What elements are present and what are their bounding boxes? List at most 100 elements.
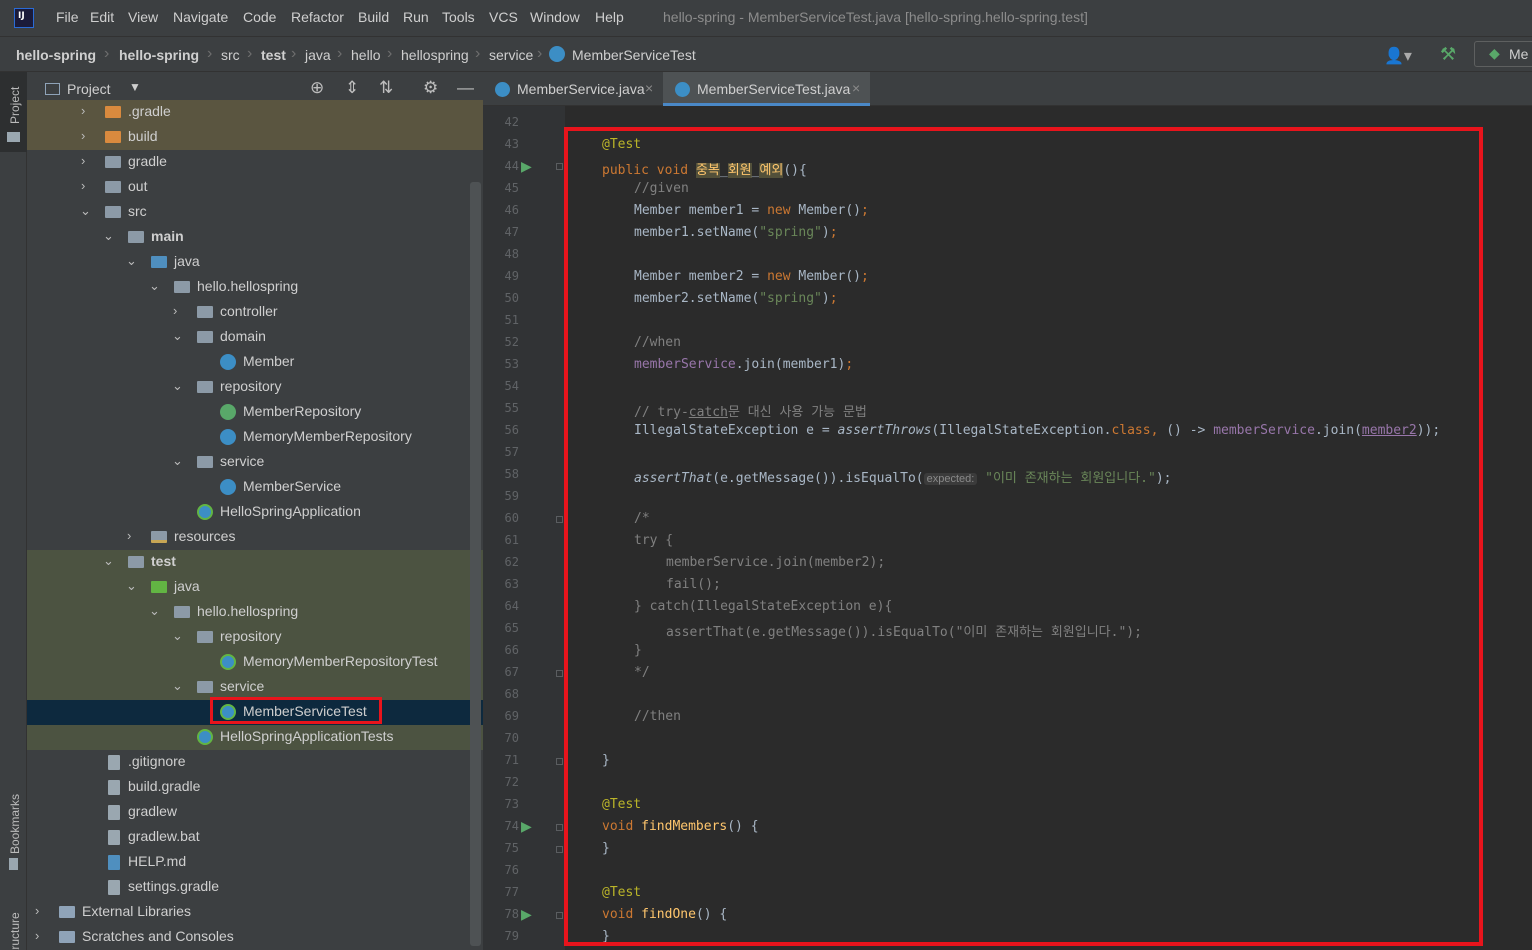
chevron-right-icon[interactable]: › bbox=[35, 928, 39, 943]
user-icon[interactable]: 👤▾ bbox=[1384, 46, 1412, 66]
tree-item-src[interactable]: ⌄ src bbox=[27, 200, 483, 225]
tab-member-service-test[interactable]: MemberServiceTest.java × bbox=[663, 72, 870, 106]
breadcrumb-item[interactable]: java bbox=[305, 47, 331, 63]
tree-item-java[interactable]: ⌄ java bbox=[27, 250, 483, 275]
tree-item-controller[interactable]: › controller bbox=[27, 300, 483, 325]
chevron-down-icon[interactable]: ⌄ bbox=[172, 378, 183, 394]
chevron-down-icon[interactable]: ⌄ bbox=[126, 578, 137, 594]
stripe-bookmarks-button[interactable]: Bookmarks bbox=[0, 782, 27, 877]
menu-help[interactable]: Help bbox=[595, 9, 624, 25]
tree-item-build-gradle[interactable]: build.gradle bbox=[27, 775, 483, 800]
menu-run[interactable]: Run bbox=[403, 9, 429, 25]
run-test-icon[interactable]: ▶ bbox=[521, 158, 532, 175]
tree-item-settings-gradle[interactable]: settings.gradle bbox=[27, 875, 483, 900]
tree-item-build[interactable]: › build bbox=[27, 125, 483, 150]
fold-icon[interactable] bbox=[556, 824, 563, 831]
fold-icon[interactable] bbox=[556, 912, 563, 919]
breadcrumb-item[interactable]: service bbox=[489, 47, 533, 63]
tree-item-repository[interactable]: ⌄ repository bbox=[27, 375, 483, 400]
hide-icon[interactable]: — bbox=[457, 78, 474, 98]
menu-view[interactable]: View bbox=[128, 9, 158, 25]
chevron-down-icon[interactable]: ⌄ bbox=[103, 228, 114, 244]
chevron-right-icon[interactable]: › bbox=[35, 903, 39, 918]
collapse-all-icon[interactable]: ⇅ bbox=[379, 78, 393, 98]
chevron-down-icon[interactable]: ⌄ bbox=[149, 278, 160, 294]
tree-item-member-repository[interactable]: MemberRepository bbox=[27, 400, 483, 425]
tree-item-out[interactable]: › out bbox=[27, 175, 483, 200]
fold-icon[interactable] bbox=[556, 516, 563, 523]
fold-icon[interactable] bbox=[556, 670, 563, 677]
locate-icon[interactable]: ⊕ bbox=[310, 78, 324, 98]
chevron-down-icon[interactable]: ⌄ bbox=[172, 678, 183, 694]
chevron-down-icon[interactable]: ▼ bbox=[129, 80, 141, 94]
tree-item-member-service[interactable]: MemberService bbox=[27, 475, 483, 500]
tree-item-package[interactable]: ⌄ hello.hellospring bbox=[27, 275, 483, 300]
menu-edit[interactable]: Edit bbox=[90, 9, 114, 25]
breadcrumb-item[interactable]: test bbox=[261, 47, 286, 63]
chevron-down-icon[interactable]: ⌄ bbox=[172, 328, 183, 344]
tree-item-resources[interactable]: › resources bbox=[27, 525, 483, 550]
fold-icon[interactable] bbox=[556, 758, 563, 765]
gear-icon[interactable]: ⚙ bbox=[423, 78, 438, 98]
tree-item-scratches[interactable]: › Scratches and Consoles bbox=[27, 925, 483, 950]
menu-code[interactable]: Code bbox=[243, 9, 276, 25]
close-icon[interactable]: × bbox=[645, 80, 653, 96]
tree-item-main[interactable]: ⌄ main bbox=[27, 225, 483, 250]
close-icon[interactable]: × bbox=[852, 80, 860, 96]
breadcrumb-item[interactable]: hello-spring bbox=[16, 47, 96, 63]
chevron-right-icon[interactable]: › bbox=[173, 303, 177, 318]
tree-item-test-java[interactable]: ⌄ java bbox=[27, 575, 483, 600]
breadcrumb-item[interactable]: MemberServiceTest bbox=[572, 47, 696, 63]
menu-navigate[interactable]: Navigate bbox=[173, 9, 228, 25]
chevron-down-icon[interactable]: ⌄ bbox=[80, 203, 91, 219]
menu-build[interactable]: Build bbox=[358, 9, 389, 25]
tree-item-gradlew[interactable]: gradlew bbox=[27, 800, 483, 825]
fold-icon[interactable] bbox=[556, 163, 563, 170]
chevron-right-icon[interactable]: › bbox=[81, 103, 85, 118]
menu-window[interactable]: Window bbox=[530, 9, 580, 25]
tree-item-test-package[interactable]: ⌄ hello.hellospring bbox=[27, 600, 483, 625]
tree-item-dot-gradle[interactable]: › .gradle bbox=[27, 100, 483, 125]
tree-item-test-repository[interactable]: ⌄ repository bbox=[27, 625, 483, 650]
run-config-selector[interactable]: ◆ Me bbox=[1474, 41, 1532, 67]
chevron-down-icon[interactable]: ⌄ bbox=[172, 453, 183, 469]
tree-item-test[interactable]: ⌄ test bbox=[27, 550, 483, 575]
chevron-down-icon[interactable]: ⌄ bbox=[126, 253, 137, 269]
tree-item-external-libraries[interactable]: › External Libraries bbox=[27, 900, 483, 925]
tree-item-gradlew-bat[interactable]: gradlew.bat bbox=[27, 825, 483, 850]
tree-item-memory-member-repository-test[interactable]: MemoryMemberRepositoryTest bbox=[27, 650, 483, 675]
tree-item-hello-spring-application[interactable]: HelloSpringApplication bbox=[27, 500, 483, 525]
breadcrumb-item[interactable]: hello bbox=[351, 47, 381, 63]
build-hammer-icon[interactable]: ⚒ bbox=[1440, 44, 1456, 65]
breadcrumb-item[interactable]: hello-spring bbox=[119, 47, 199, 63]
chevron-down-icon[interactable]: ⌄ bbox=[149, 603, 160, 619]
tree-item-service[interactable]: ⌄ service bbox=[27, 450, 483, 475]
stripe-project-button[interactable]: Project bbox=[0, 72, 27, 152]
breadcrumb-item[interactable]: src bbox=[221, 47, 240, 63]
tree-item-help-md[interactable]: HELP.md bbox=[27, 850, 483, 875]
tree-item-hello-spring-application-tests[interactable]: HelloSpringApplicationTests bbox=[27, 725, 483, 750]
tree-item-gradle[interactable]: › gradle bbox=[27, 150, 483, 175]
tree-item-member[interactable]: Member bbox=[27, 350, 483, 375]
chevron-right-icon[interactable]: › bbox=[81, 128, 85, 143]
stripe-structure-button[interactable]: Structure bbox=[0, 895, 27, 950]
tree-item-memory-member-repository[interactable]: MemoryMemberRepository bbox=[27, 425, 483, 450]
breadcrumb-item[interactable]: hellospring bbox=[401, 47, 469, 63]
tab-member-service[interactable]: MemberService.java × bbox=[483, 72, 661, 106]
project-panel-title[interactable]: Project bbox=[67, 81, 111, 97]
chevron-right-icon[interactable]: › bbox=[127, 528, 131, 543]
menu-tools[interactable]: Tools bbox=[442, 9, 475, 25]
tree-item-gitignore[interactable]: .gitignore bbox=[27, 750, 483, 775]
menu-vcs[interactable]: VCS bbox=[489, 9, 518, 25]
menu-file[interactable]: File bbox=[56, 9, 79, 25]
chevron-down-icon[interactable]: ⌄ bbox=[172, 628, 183, 644]
menu-refactor[interactable]: Refactor bbox=[291, 9, 344, 25]
chevron-right-icon[interactable]: › bbox=[81, 178, 85, 193]
tree-item-domain[interactable]: ⌄ domain bbox=[27, 325, 483, 350]
chevron-down-icon[interactable]: ⌄ bbox=[103, 553, 114, 569]
run-test-icon[interactable]: ▶ bbox=[521, 906, 532, 923]
run-test-icon[interactable]: ▶ bbox=[521, 818, 532, 835]
chevron-right-icon[interactable]: › bbox=[81, 153, 85, 168]
expand-all-icon[interactable]: ⇕ bbox=[345, 78, 359, 98]
tree-scrollbar[interactable] bbox=[470, 182, 481, 946]
